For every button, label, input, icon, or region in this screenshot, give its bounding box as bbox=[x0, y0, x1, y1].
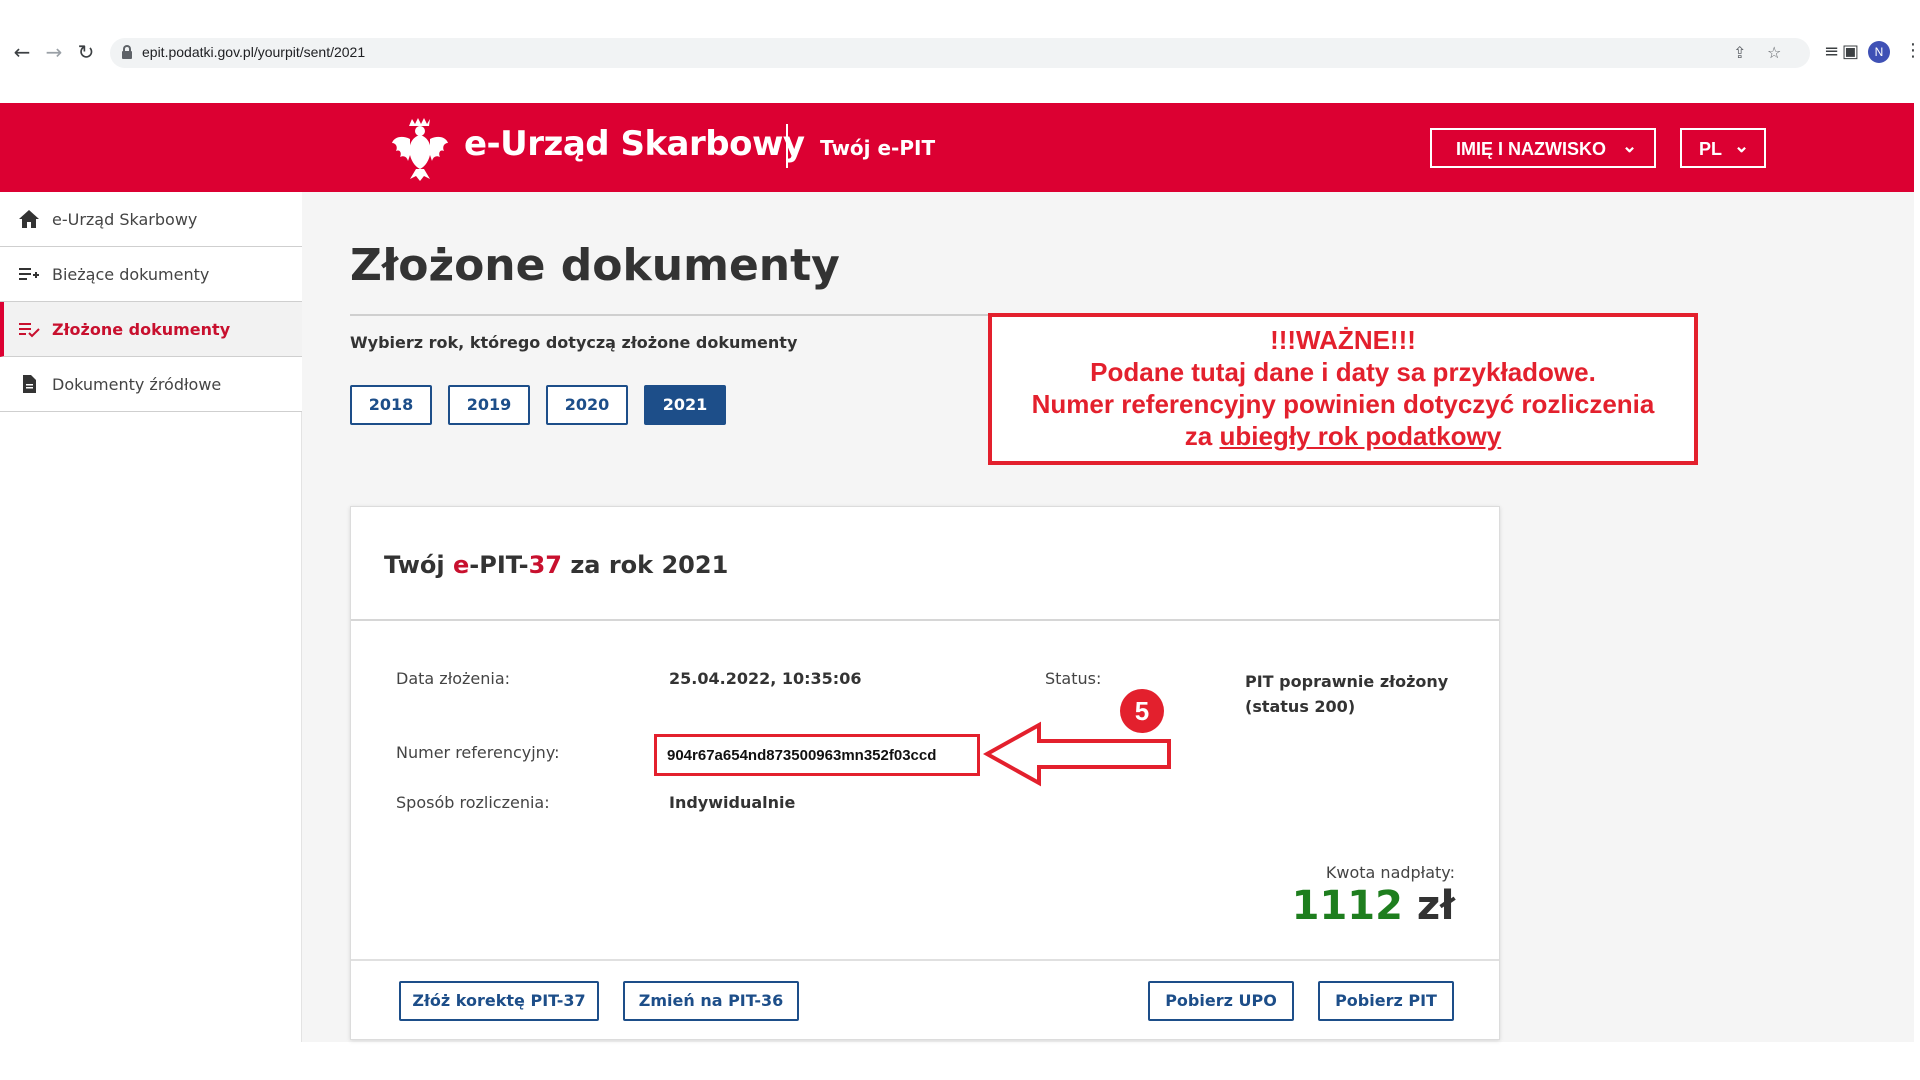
status-label: Status: bbox=[1045, 669, 1102, 688]
notice-line: Numer referencyjny powinien dotyczyć roz… bbox=[1031, 389, 1655, 419]
share-icon[interactable]: ⇪ bbox=[1733, 43, 1746, 63]
sidebar-item-home[interactable]: e-Urząd Skarbowy bbox=[0, 192, 302, 247]
overpayment-label: Kwota nadpłaty: bbox=[1325, 863, 1455, 882]
card-title: Twój e-PIT-37 za rok 2021 bbox=[384, 551, 728, 579]
pit-summary-card: Twój e-PIT-37 za rok 2021 Data złożenia:… bbox=[350, 506, 1500, 1040]
status-value: PIT poprawnie złożony (status 200) bbox=[1245, 669, 1465, 719]
home-icon bbox=[19, 210, 39, 228]
card-actions: Złóż korektę PIT-37 Zmień na PIT-36 Pobi… bbox=[351, 959, 1499, 1039]
overpayment-value: 1112 bbox=[1291, 883, 1403, 929]
page-title: Złożone dokumenty bbox=[350, 240, 840, 291]
address-bar[interactable]: epit.podatki.gov.pl/yourpit/sent/2021 ⇪ … bbox=[110, 38, 1810, 68]
forward-icon[interactable]: → bbox=[40, 38, 68, 66]
chevron-down-icon: ⌄ bbox=[1622, 136, 1638, 156]
overpayment-amount: 1112 zł bbox=[1292, 883, 1455, 929]
header-divider bbox=[786, 124, 788, 168]
title-part: Twój bbox=[384, 551, 453, 579]
sidebar-item-source-documents[interactable]: Dokumenty źródłowe bbox=[0, 357, 302, 412]
reference-number-label: Numer referencyjny: bbox=[396, 743, 560, 762]
title-part: 37 bbox=[528, 551, 562, 579]
service-name[interactable]: Twój e-PIT bbox=[820, 136, 935, 160]
chevron-down-icon: ⌄ bbox=[1734, 136, 1750, 156]
notice-heading: !!!WAŻNE!!! bbox=[1270, 325, 1416, 355]
side-panel-icon[interactable]: ▣ bbox=[1842, 40, 1859, 64]
submission-date-value: 25.04.2022, 10:35:06 bbox=[669, 669, 862, 688]
title-divider bbox=[350, 314, 990, 316]
title-part: e bbox=[452, 551, 470, 579]
back-icon[interactable]: ← bbox=[8, 38, 36, 66]
change-to-pit36-button[interactable]: Zmień na PIT-36 bbox=[623, 981, 799, 1021]
title-part: -PIT- bbox=[469, 551, 529, 579]
sidebar-item-current-documents[interactable]: Bieżące dokumenty bbox=[0, 247, 302, 302]
playlist-check-icon bbox=[19, 323, 40, 338]
year-button-2021[interactable]: 2021 bbox=[644, 385, 726, 425]
reference-number-value[interactable]: 904r67a654nd873500963mn352f03ccd bbox=[667, 747, 936, 764]
notice-text: za bbox=[1184, 421, 1220, 451]
reading-list-icon[interactable]: ≡ bbox=[1824, 40, 1839, 64]
notice-line: za ubiegły rok podatkowy bbox=[992, 420, 1694, 452]
important-notice: !!!WAŻNE!!! Podane tutaj dane i daty sa … bbox=[988, 313, 1698, 465]
profile-avatar[interactable]: N bbox=[1868, 41, 1890, 63]
sidebar-item-label: Bieżące dokumenty bbox=[52, 265, 210, 284]
status-code: (status 200) bbox=[1245, 697, 1356, 716]
step-number-badge: 5 bbox=[1120, 689, 1164, 733]
site-brand[interactable]: e-Urząd Skarbowy bbox=[464, 124, 805, 164]
submission-date-label: Data złożenia: bbox=[396, 669, 511, 688]
title-part: za rok 2021 bbox=[561, 551, 729, 579]
document-icon bbox=[23, 375, 36, 393]
year-button-2018[interactable]: 2018 bbox=[350, 385, 432, 425]
bookmark-star-icon[interactable]: ☆ bbox=[1767, 43, 1781, 63]
sidebar-item-label: Dokumenty źródłowe bbox=[52, 375, 222, 394]
sidebar: e-Urząd Skarbowy Bieżące dokumenty Złożo… bbox=[0, 192, 302, 1042]
reload-icon[interactable]: ↻ bbox=[72, 38, 100, 66]
language-label: PL bbox=[1699, 139, 1723, 159]
polish-eagle-logo-icon[interactable] bbox=[390, 115, 450, 181]
user-menu-button[interactable]: IMIĘ I NAZWISKO ⌄ bbox=[1430, 128, 1656, 168]
reference-number-highlight: 904r67a654nd873500963mn352f03ccd bbox=[654, 734, 980, 776]
user-name-label: IMIĘ I NAZWISKO bbox=[1456, 139, 1606, 159]
sidebar-item-submitted-documents[interactable]: Złożone dokumenty bbox=[0, 302, 302, 357]
settlement-method-value: Indywidualnie bbox=[669, 793, 796, 812]
lock-icon[interactable] bbox=[122, 45, 132, 59]
year-button-2019[interactable]: 2019 bbox=[448, 385, 530, 425]
year-button-2020[interactable]: 2020 bbox=[546, 385, 628, 425]
browser-menu-icon[interactable]: ⋮ bbox=[1904, 40, 1920, 61]
currency-label: zł bbox=[1402, 883, 1455, 929]
file-correction-button[interactable]: Złóż korektę PIT-37 bbox=[399, 981, 599, 1021]
notice-underlined-text: ubiegły rok podatkowy bbox=[1219, 421, 1502, 451]
notice-line: Podane tutaj dane i daty sa przykładowe. bbox=[1090, 357, 1596, 387]
sidebar-item-label: Złożone dokumenty bbox=[52, 320, 231, 339]
choose-year-label: Wybierz rok, którego dotyczą złożone dok… bbox=[350, 333, 798, 352]
settlement-method-label: Sposób rozliczenia: bbox=[396, 793, 550, 812]
browser-chrome: ← → ↻ epit.podatki.gov.pl/yourpit/sent/2… bbox=[0, 0, 1920, 103]
card-header: Twój e-PIT-37 za rok 2021 bbox=[351, 507, 1499, 621]
sidebar-item-label: e-Urząd Skarbowy bbox=[52, 210, 198, 229]
download-pit-button[interactable]: Pobierz PIT bbox=[1318, 981, 1454, 1021]
language-button[interactable]: PL ⌄ bbox=[1680, 128, 1766, 168]
status-text: PIT poprawnie złożony bbox=[1245, 672, 1449, 691]
playlist-add-icon bbox=[19, 268, 39, 280]
download-upo-button[interactable]: Pobierz UPO bbox=[1148, 981, 1294, 1021]
url-text[interactable]: epit.podatki.gov.pl/yourpit/sent/2021 bbox=[142, 44, 365, 60]
